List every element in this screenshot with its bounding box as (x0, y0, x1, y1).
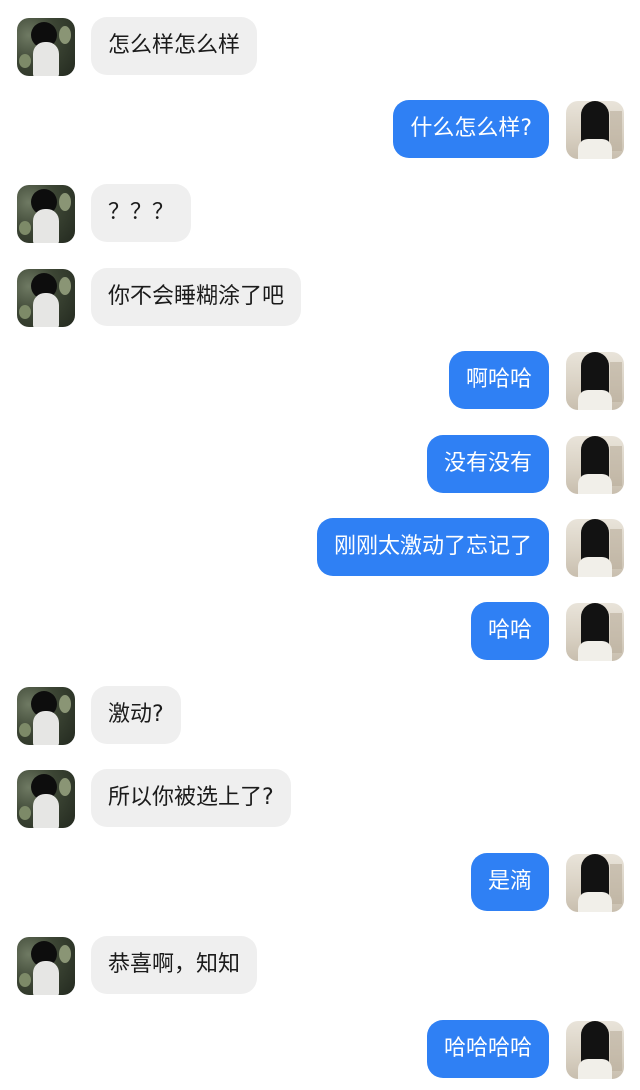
message-bubble-outgoing[interactable]: 啊哈哈 (448, 351, 549, 409)
message-row-incoming: ？？？ (0, 184, 640, 244)
friend-avatar[interactable] (17, 687, 75, 745)
message-row-outgoing: 哈哈 (0, 602, 640, 662)
friend-avatar[interactable] (17, 18, 75, 76)
message-row-outgoing: 是滴 (0, 853, 640, 913)
message-bubble-outgoing[interactable]: 哈哈哈哈 (426, 1020, 549, 1078)
message-bubble-incoming[interactable]: 所以你被选上了? (91, 769, 291, 827)
message-row-outgoing: 什么怎么样? (0, 100, 640, 160)
message-bubble-incoming[interactable]: 激动? (91, 686, 181, 744)
message-row-incoming: 所以你被选上了? (0, 769, 640, 829)
message-bubble-incoming[interactable]: ？？？ (91, 184, 192, 242)
friend-avatar[interactable] (17, 269, 75, 327)
my-avatar[interactable] (566, 101, 624, 159)
message-bubble-outgoing[interactable]: 哈哈 (470, 602, 549, 660)
chat-conversation[interactable]: 怎么样怎么样 什么怎么样? ？？？ 你不会睡糊涂了吧 啊哈哈 没有没有 刚刚太激… (0, 0, 640, 1090)
message-row-outgoing: 哈哈哈哈 (0, 1020, 640, 1080)
my-avatar[interactable] (566, 352, 624, 410)
message-row-outgoing: 啊哈哈 (0, 351, 640, 411)
message-bubble-outgoing[interactable]: 是滴 (470, 853, 549, 911)
message-row-incoming: 激动? (0, 686, 640, 746)
message-row-incoming: 你不会睡糊涂了吧 (0, 268, 640, 328)
message-bubble-outgoing[interactable]: 刚刚太激动了忘记了 (316, 518, 549, 576)
friend-avatar[interactable] (17, 937, 75, 995)
message-bubble-incoming[interactable]: 怎么样怎么样 (91, 17, 258, 75)
message-bubble-outgoing[interactable]: 没有没有 (426, 435, 549, 493)
message-row-outgoing: 刚刚太激动了忘记了 (0, 518, 640, 578)
message-row-incoming: 恭喜啊，知知 (0, 936, 640, 996)
message-row-incoming: 怎么样怎么样 (0, 17, 640, 77)
my-avatar[interactable] (566, 436, 624, 494)
message-row-outgoing: 没有没有 (0, 435, 640, 495)
my-avatar[interactable] (566, 854, 624, 912)
message-bubble-outgoing[interactable]: 什么怎么样? (393, 100, 549, 158)
friend-avatar[interactable] (17, 770, 75, 828)
my-avatar[interactable] (566, 519, 624, 577)
message-bubble-incoming[interactable]: 你不会睡糊涂了吧 (91, 268, 302, 326)
my-avatar[interactable] (566, 603, 624, 661)
friend-avatar[interactable] (17, 185, 75, 243)
message-bubble-incoming[interactable]: 恭喜啊，知知 (91, 936, 258, 994)
my-avatar[interactable] (566, 1021, 624, 1079)
